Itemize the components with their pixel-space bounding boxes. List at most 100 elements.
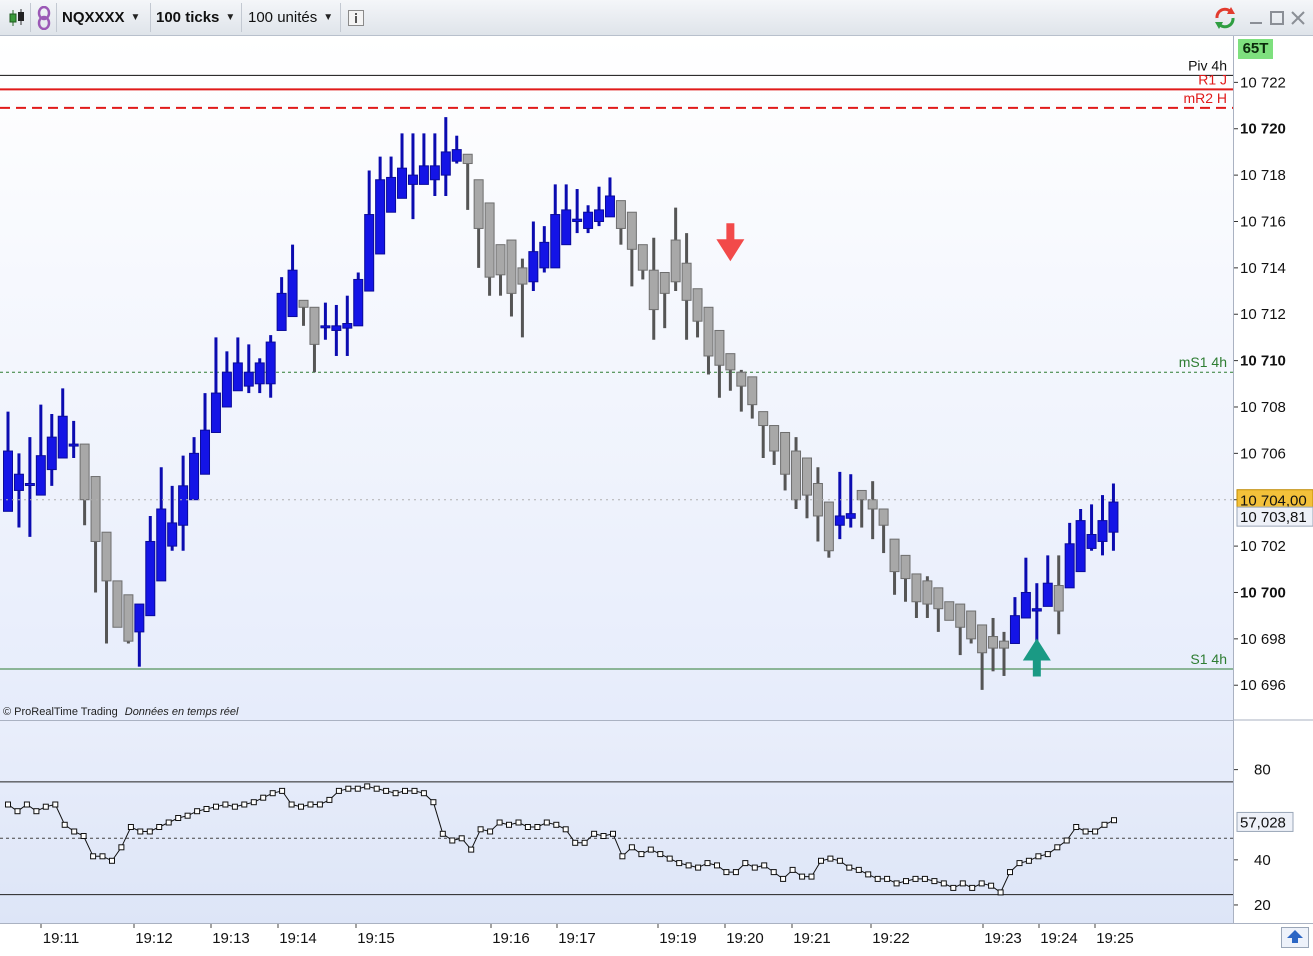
rsi-point: [988, 882, 995, 889]
rsi-point: [137, 828, 144, 835]
rsi-point: [874, 875, 881, 882]
price-axis[interactable]: 10 722 10 720 10 718 10 716 10 714 10 712 10 7…: [1233, 36, 1313, 923]
scroll-button[interactable]: [1281, 927, 1309, 948]
bar-type-selector[interactable]: 100 ticks ▼: [151, 3, 242, 32]
info-button[interactable]: [341, 3, 371, 32]
rsi-point: [127, 824, 134, 830]
chevron-down-icon: ▼: [130, 12, 141, 23]
rsi-point: [477, 826, 484, 833]
rsi-point: [1073, 824, 1080, 830]
candle: [189, 437, 200, 501]
rsi-point: [695, 864, 702, 871]
maximize-button[interactable]: [1268, 9, 1286, 27]
rsi-point: [213, 803, 219, 810]
minimize-button[interactable]: [1247, 9, 1265, 27]
candle-body: [178, 485, 189, 526]
candle-body: [561, 209, 572, 246]
chart-type-selector[interactable]: [3, 3, 31, 32]
candle: [922, 576, 933, 618]
candle: [572, 189, 583, 234]
rsi-indicator-panel[interactable]: [0, 720, 1233, 923]
candle-body: [966, 610, 977, 640]
candle: [1020, 557, 1031, 619]
secondary-price-label: 10 703,81: [1240, 509, 1307, 526]
rsi-point: [515, 819, 522, 826]
link-button[interactable]: [31, 3, 57, 32]
rsi-point: [241, 801, 248, 808]
price-chart-panel[interactable]: Piv 4h R1 JmR2 HmS1 4h S1 4h © ProRealTime…: [0, 36, 1233, 720]
candle: [977, 624, 988, 690]
candle-body: [46, 436, 57, 471]
rsi-point: [562, 826, 569, 833]
candle-body: [35, 455, 46, 496]
rsi-point: [487, 828, 494, 835]
candle-body: [1031, 608, 1042, 612]
candle-body: [429, 165, 440, 181]
rsi-point: [316, 801, 323, 808]
rsi-point: [751, 864, 758, 871]
up-arrow-annotation: [1022, 638, 1051, 677]
close-icon: [1291, 11, 1305, 25]
rsi-point: [761, 862, 768, 869]
close-button[interactable]: [1289, 9, 1307, 27]
candle-body: [331, 325, 342, 331]
candle: [1097, 495, 1108, 556]
rsi-point: [80, 833, 87, 839]
candle: [331, 304, 342, 356]
candle-body: [944, 601, 955, 621]
candle-body: [1075, 520, 1086, 573]
candle-body: [418, 165, 429, 185]
rsi-point: [373, 785, 380, 792]
rsi-point: [543, 819, 550, 826]
candle-body: [287, 269, 298, 318]
candle-body: [200, 429, 211, 475]
rsi-point: [146, 828, 153, 835]
candle: [856, 489, 867, 528]
price-tick-label: 10 710: [1240, 353, 1286, 370]
rsi-point: [165, 819, 172, 826]
candle-body: [364, 214, 375, 292]
candle-body: [594, 209, 605, 222]
rsi-point: [1063, 837, 1070, 844]
rsi-point: [997, 889, 1004, 896]
candle-body: [397, 167, 408, 199]
candle-body: [626, 211, 637, 250]
candle-body: [265, 341, 276, 385]
rsi-point: [33, 808, 40, 815]
volume-units-selector[interactable]: 100 unités ▼: [242, 3, 341, 32]
candle: [407, 133, 418, 220]
candle: [178, 455, 189, 551]
maximize-icon: [1270, 11, 1284, 25]
price-tick-label: 10 718: [1240, 167, 1286, 184]
candle: [1009, 597, 1020, 644]
rsi-point: [950, 884, 957, 891]
candle: [517, 258, 528, 338]
rsi-point: [307, 801, 314, 808]
time-axis[interactable]: 19:11 19:12 19:13 19:14 19:15 19:16 19:17 19:19…: [0, 923, 1313, 950]
candle-body: [484, 202, 495, 278]
chart-footer: © ProRealTime Trading Données en temps r…: [3, 706, 238, 718]
candle: [834, 471, 845, 540]
candlestick-icon: [9, 8, 24, 26]
rsi-point: [808, 873, 815, 880]
candle: [276, 277, 287, 331]
candle: [626, 211, 637, 287]
candle: [911, 573, 922, 618]
minimize-icon: [1250, 22, 1262, 24]
rsi-point: [685, 862, 692, 869]
candle-body: [1009, 615, 1020, 644]
candle: [68, 420, 79, 458]
candle-body: [79, 443, 90, 501]
rsi-point: [1025, 857, 1032, 864]
price-tick-label: 10 720: [1240, 121, 1286, 138]
level-label: mS1 4h: [1179, 354, 1227, 370]
candle-body: [758, 411, 769, 427]
link-icon: [37, 5, 50, 30]
instrument-selector[interactable]: NQXXXX ▼: [57, 3, 151, 32]
refresh-button[interactable]: [1211, 5, 1239, 31]
candle-body: [703, 306, 714, 357]
rsi-point: [827, 855, 834, 862]
rsi-point: [638, 851, 645, 858]
tick-count-badge: 65T: [1238, 39, 1273, 59]
candle-body: [583, 211, 594, 229]
